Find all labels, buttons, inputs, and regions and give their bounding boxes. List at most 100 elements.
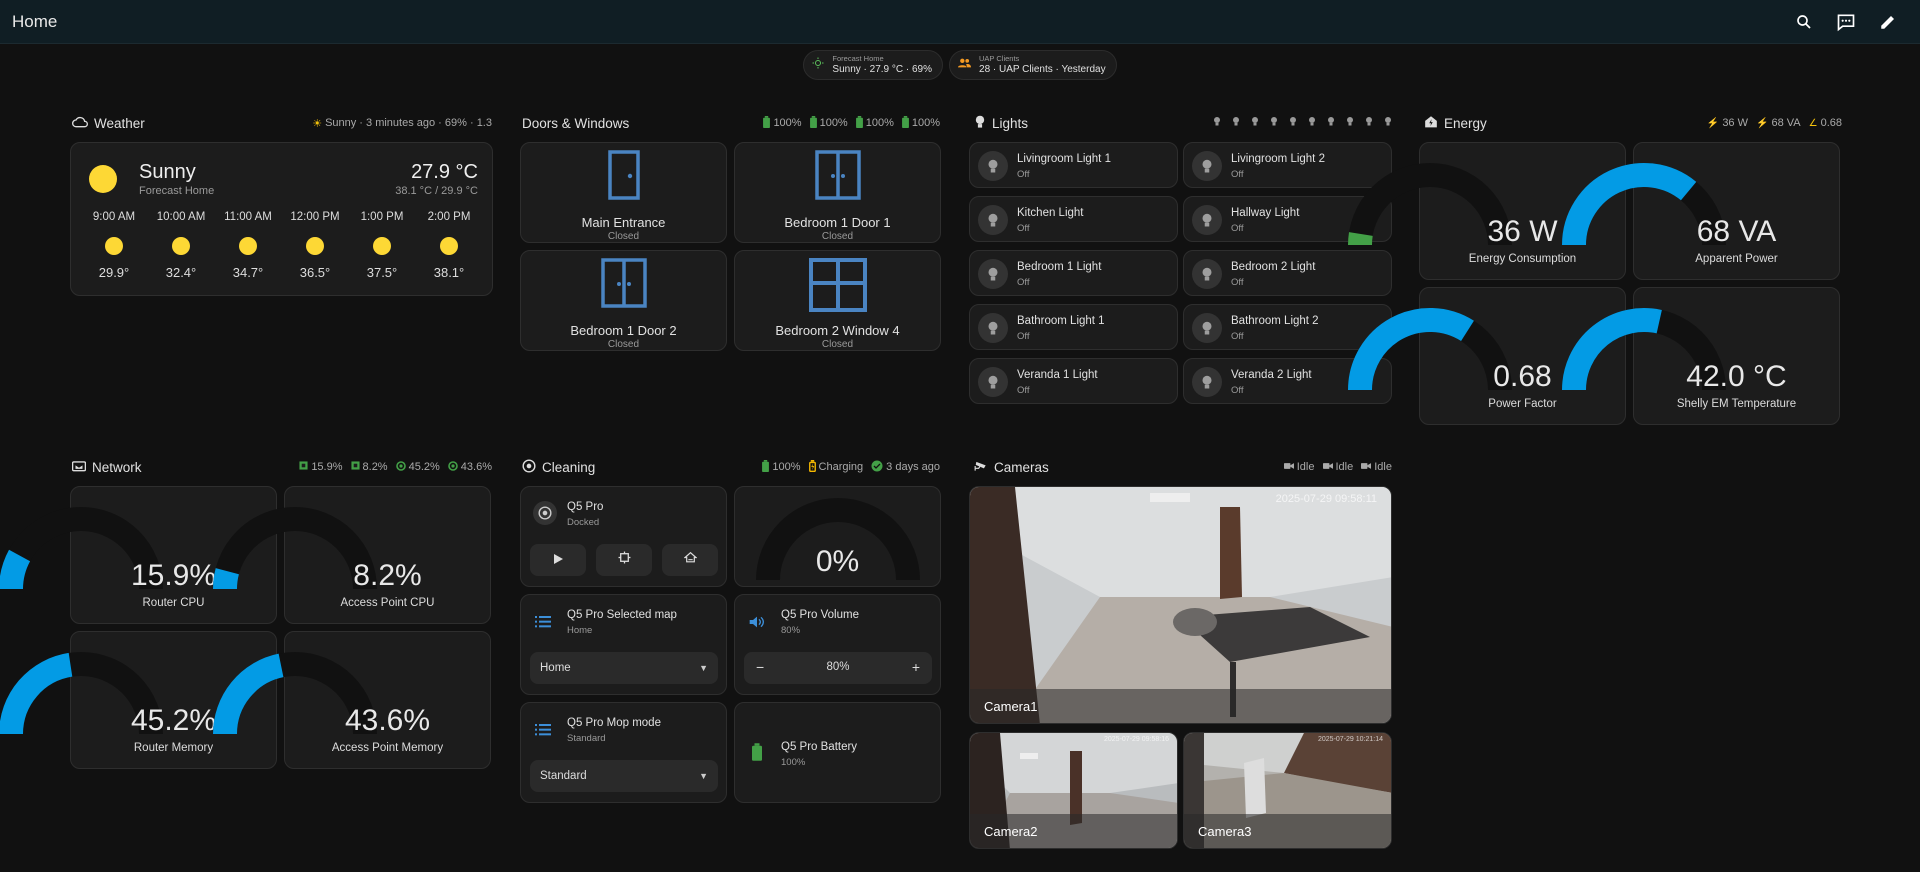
- energy-badge: 68 VA: [1771, 117, 1801, 129]
- list-icon: [535, 723, 551, 742]
- light-tile[interactable]: Bathroom Light 1 Off: [969, 304, 1178, 350]
- battery-icon: [763, 115, 771, 131]
- battery-card[interactable]: Q5 Pro Battery 100%: [734, 702, 941, 803]
- chip-value: 28 · UAP Clients · Yesterday: [979, 63, 1106, 75]
- camera2-feed[interactable]: 2025-07-29 09:58:16 Camera2: [969, 732, 1178, 849]
- bulb-icon[interactable]: [978, 151, 1008, 181]
- battery-badge: 100%: [773, 117, 802, 129]
- battery-icon: [855, 115, 863, 131]
- camera1-feed[interactable]: 2025-07-29 09:58:11 Camera1: [969, 486, 1392, 724]
- light-tile[interactable]: Veranda 1 Light Off: [969, 358, 1178, 404]
- sun-icon: ☀: [312, 117, 323, 130]
- gauge-card[interactable]: 8.2% Access Point CPU: [213, 486, 491, 624]
- forecast-hour: 1:00 PM 37.5°: [349, 211, 415, 291]
- light-name: Bathroom Light 1: [1017, 315, 1105, 327]
- gauge-card[interactable]: 68 VA Apparent Power: [1562, 142, 1840, 280]
- edit-icon[interactable]: [1876, 10, 1900, 34]
- battery-icon: [762, 459, 770, 475]
- forecast-temp: 38.1°: [433, 265, 465, 280]
- robot-vacuum-icon: [533, 501, 557, 525]
- check-circle-icon: [871, 460, 883, 475]
- network-badge: 45.2%: [408, 461, 440, 473]
- bulb-icon[interactable]: [978, 205, 1008, 235]
- volume-name: Q5 Pro Volume: [781, 609, 859, 621]
- users-icon: [958, 56, 972, 74]
- door-tile[interactable]: Bedroom 1 Door 2 Closed: [520, 250, 727, 351]
- tile-name: Bedroom 1 Door 1: [784, 215, 891, 230]
- forecast-chip[interactable]: Forecast Home Sunny · 27.9 °C · 69%: [803, 50, 944, 80]
- vacuum-card[interactable]: Q5 Pro Docked: [520, 486, 727, 587]
- section-title: Doors & Windows: [522, 115, 630, 131]
- door-tile[interactable]: Bedroom 2 Window 4 Closed: [734, 250, 941, 351]
- door-tile[interactable]: Main Entrance Closed: [520, 142, 727, 243]
- forecast-time: 10:00 AM: [156, 211, 206, 223]
- select-value: Home: [540, 662, 571, 674]
- uap-clients-chip[interactable]: UAP Clients 28 · UAP Clients · Yesterday: [949, 50, 1117, 80]
- light-name: Veranda 2 Light: [1231, 369, 1312, 381]
- memory-icon: [447, 460, 458, 474]
- light-state: Off: [1231, 223, 1244, 234]
- mop-select[interactable]: Standard ▼: [530, 760, 718, 792]
- camera3-feed[interactable]: 2025-07-29 10:21:14 Camera3: [1183, 732, 1392, 849]
- forecast-hour: 2:00 PM 38.1°: [416, 211, 482, 291]
- tile-state: Closed: [821, 231, 854, 242]
- memory-icon: [395, 460, 406, 474]
- camera-state-badge: Idle: [1296, 461, 1315, 473]
- energy-badge: 36 W: [1722, 117, 1748, 129]
- light-tile[interactable]: Bedroom 1 Light Off: [969, 250, 1178, 296]
- search-icon[interactable]: [1792, 10, 1816, 34]
- weather-section: Weather ☀ Sunny · 3 minutes ago · 69% · 1…: [72, 112, 492, 134]
- network-badge: 43.6%: [460, 461, 492, 473]
- forecast-hour: 12:00 PM 36.5°: [282, 211, 348, 291]
- light-tile[interactable]: Bedroom 2 Light Off: [1183, 250, 1392, 296]
- camera-state-badge: Idle: [1374, 461, 1392, 473]
- dropdown-arrow-icon: ▼: [699, 771, 708, 781]
- energy-badge: 0.68: [1820, 117, 1842, 129]
- mop-mode-card: Q5 Pro Mop mode Standard Standard ▼: [520, 702, 727, 803]
- light-tile[interactable]: Kitchen Light Off: [969, 196, 1178, 242]
- angle-icon: ∠: [1808, 117, 1818, 129]
- sun-icon: [239, 237, 257, 255]
- bulb-icon[interactable]: [1192, 367, 1222, 397]
- volume-value: 80%: [826, 661, 850, 673]
- bulb-icon[interactable]: [978, 259, 1008, 289]
- sun-icon: [89, 165, 117, 193]
- map-select[interactable]: Home ▼: [530, 652, 718, 684]
- assist-icon[interactable]: [1834, 10, 1858, 34]
- bulb-icon[interactable]: [1192, 151, 1222, 181]
- bulb-icon: [1213, 116, 1221, 130]
- forecast-temp: 37.5°: [366, 265, 398, 280]
- gauge-card[interactable]: 42.0 °C Shelly EM Temperature: [1562, 287, 1840, 425]
- chip-label: Forecast Home: [832, 54, 884, 64]
- gauge-label: Access Point Memory: [331, 742, 444, 754]
- tile-state: Closed: [821, 339, 854, 350]
- battery-badge: 100%: [911, 117, 940, 129]
- bulb-icon[interactable]: [1192, 205, 1222, 235]
- gauge-label: Access Point CPU: [340, 597, 435, 609]
- bulb-icon[interactable]: [1192, 313, 1222, 343]
- light-state: Off: [1231, 385, 1244, 396]
- light-tile[interactable]: Livingroom Light 1 Off: [969, 142, 1178, 188]
- increase-button[interactable]: +: [912, 659, 920, 675]
- doors-windows-section: Doors & Windows 100% 100% 100% 100%: [522, 112, 940, 134]
- dropdown-arrow-icon: ▼: [699, 663, 708, 673]
- bulb-icon[interactable]: [978, 367, 1008, 397]
- bulb-icon: [1270, 116, 1278, 130]
- gauge-card[interactable]: 43.6% Access Point Memory: [213, 631, 491, 769]
- clean-spot-button[interactable]: [596, 544, 652, 576]
- return-home-button[interactable]: [662, 544, 718, 576]
- door-tile[interactable]: Bedroom 1 Door 1 Closed: [734, 142, 941, 243]
- cctv-icon: [974, 460, 988, 475]
- gauge-value: 42.0 °C: [1686, 360, 1787, 393]
- weather-forecast-card[interactable]: Sunny Forecast Home 27.9 °C 38.1 °C / 29…: [70, 142, 493, 296]
- map-name: Q5 Pro Selected map: [567, 609, 677, 621]
- battery-badge: 100%: [865, 117, 894, 129]
- battery-badge: 100%: [772, 461, 801, 473]
- tile-name: Bedroom 2 Window 4: [775, 323, 900, 338]
- start-button[interactable]: [530, 544, 586, 576]
- bulb-icon[interactable]: [1192, 259, 1222, 289]
- bulb-icon[interactable]: [978, 313, 1008, 343]
- weather-location: Forecast Home: [139, 185, 215, 197]
- gauge-fill: [0, 652, 73, 735]
- section-title: Weather: [94, 115, 145, 131]
